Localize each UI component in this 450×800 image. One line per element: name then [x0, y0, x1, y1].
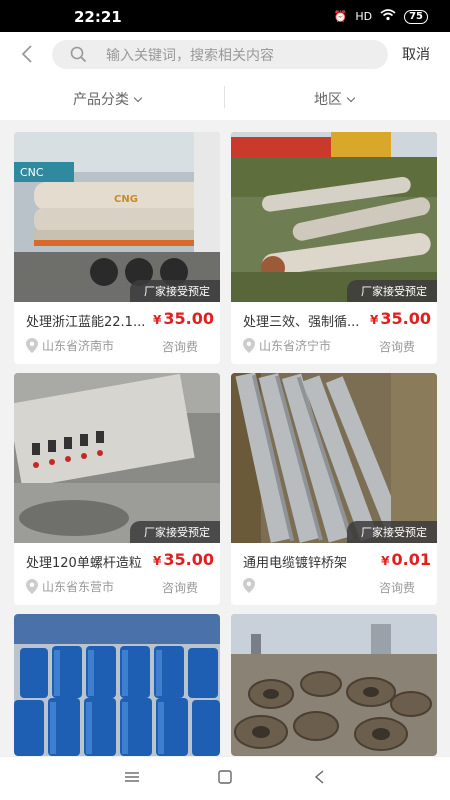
product-location: 山东省济宁市: [243, 337, 331, 354]
product-card[interactable]: 厂家接受预定 通用电缆镀锌桥架 ¥0.01 咨询费: [231, 373, 437, 605]
location-text: 山东省东营市: [42, 580, 115, 594]
battery-indicator: 75: [404, 9, 428, 24]
status-icons: ⏰ HD 75: [334, 9, 428, 24]
status-bar: 22:21 ⏰ HD 75: [0, 0, 450, 32]
product-image: [231, 614, 437, 756]
product-title: 通用电缆镀锌桥架: [243, 556, 348, 571]
search-input[interactable]: 输入关键词，搜索相关内容: [52, 40, 388, 69]
product-card[interactable]: 厂家接受预定 处理三效、强制循... ¥35.00 山东省济宁市 咨询费: [231, 132, 437, 364]
category-filter-label: 产品分类: [73, 92, 129, 108]
price-value: 35.00: [163, 309, 214, 328]
home-icon[interactable]: [217, 769, 233, 789]
alarm-icon: ⏰: [333, 10, 348, 23]
preorder-tag: 厂家接受预定: [347, 280, 437, 302]
currency-symbol: ¥: [370, 313, 379, 327]
svg-text:CNG: CNG: [114, 194, 138, 205]
wifi-icon: [380, 9, 396, 24]
location-pin-icon: [26, 338, 38, 353]
system-navigation-bar: [0, 756, 450, 800]
clock: 22:21: [74, 8, 122, 26]
location-pin-icon: [26, 579, 38, 594]
category-filter[interactable]: 产品分类: [73, 89, 143, 109]
product-location: [243, 578, 259, 593]
product-price: ¥0.01: [381, 550, 431, 569]
search-icon: [70, 46, 87, 67]
consult-fee-label: 咨询费: [161, 340, 198, 354]
consult-fee-label: 咨询费: [378, 581, 415, 595]
price-value: 35.00: [163, 550, 214, 569]
product-image: 厂家接受预定: [14, 373, 220, 543]
product-image: CNC CNG 厂家接受预定: [14, 132, 220, 302]
svg-text:CNC: CNC: [20, 166, 44, 179]
location-text: 山东省济南市: [42, 339, 115, 353]
preorder-tag: 厂家接受预定: [130, 280, 220, 302]
consult-fee-label: 咨询费: [378, 340, 415, 354]
product-card[interactable]: [231, 614, 437, 756]
price-value: 0.01: [391, 550, 431, 569]
preorder-tag: 厂家接受预定: [347, 521, 437, 543]
product-card[interactable]: CNC CNG 厂家接受预定 处理浙江蓝能22.1... ¥35.00 山东省济…: [14, 132, 220, 364]
region-filter-label: 地区: [314, 92, 342, 108]
chevron-down-icon: [133, 93, 143, 103]
filter-bar: 产品分类 地区: [0, 76, 450, 120]
product-card[interactable]: [14, 614, 220, 756]
currency-symbol: ¥: [153, 313, 162, 327]
back-icon[interactable]: [312, 769, 328, 789]
currency-symbol: ¥: [381, 554, 390, 568]
search-placeholder: 输入关键词，搜索相关内容: [106, 48, 274, 64]
cancel-button[interactable]: 取消: [402, 44, 430, 64]
back-arrow-icon[interactable]: [16, 42, 40, 66]
product-image: [14, 614, 220, 756]
location-pin-icon: [243, 578, 255, 593]
location-pin-icon: [243, 338, 255, 353]
menu-icon[interactable]: [124, 769, 140, 789]
chevron-down-icon: [346, 93, 356, 103]
hd-signal-icon: HD: [355, 10, 373, 23]
filter-divider: [224, 86, 225, 108]
product-location: 山东省东营市: [26, 578, 114, 595]
product-price: ¥35.00: [153, 309, 214, 328]
location-text: 山东省济宁市: [259, 339, 332, 353]
product-title: 处理浙江蓝能22.1...: [26, 315, 146, 330]
product-price: ¥35.00: [370, 309, 431, 328]
region-filter[interactable]: 地区: [314, 89, 356, 109]
product-card[interactable]: 厂家接受预定 处理120单螺杆造粒 ¥35.00 山东省东营市 咨询费: [14, 373, 220, 605]
price-value: 35.00: [380, 309, 431, 328]
product-location: 山东省济南市: [26, 337, 114, 354]
product-title: 处理120单螺杆造粒: [26, 556, 142, 571]
product-title: 处理三效、强制循...: [243, 315, 360, 330]
product-image: 厂家接受预定: [231, 373, 437, 543]
consult-fee-label: 咨询费: [161, 581, 198, 595]
product-image: 厂家接受预定: [231, 132, 437, 302]
product-price: ¥35.00: [153, 550, 214, 569]
preorder-tag: 厂家接受预定: [130, 521, 220, 543]
search-header: 输入关键词，搜索相关内容 取消: [0, 32, 450, 76]
currency-symbol: ¥: [153, 554, 162, 568]
